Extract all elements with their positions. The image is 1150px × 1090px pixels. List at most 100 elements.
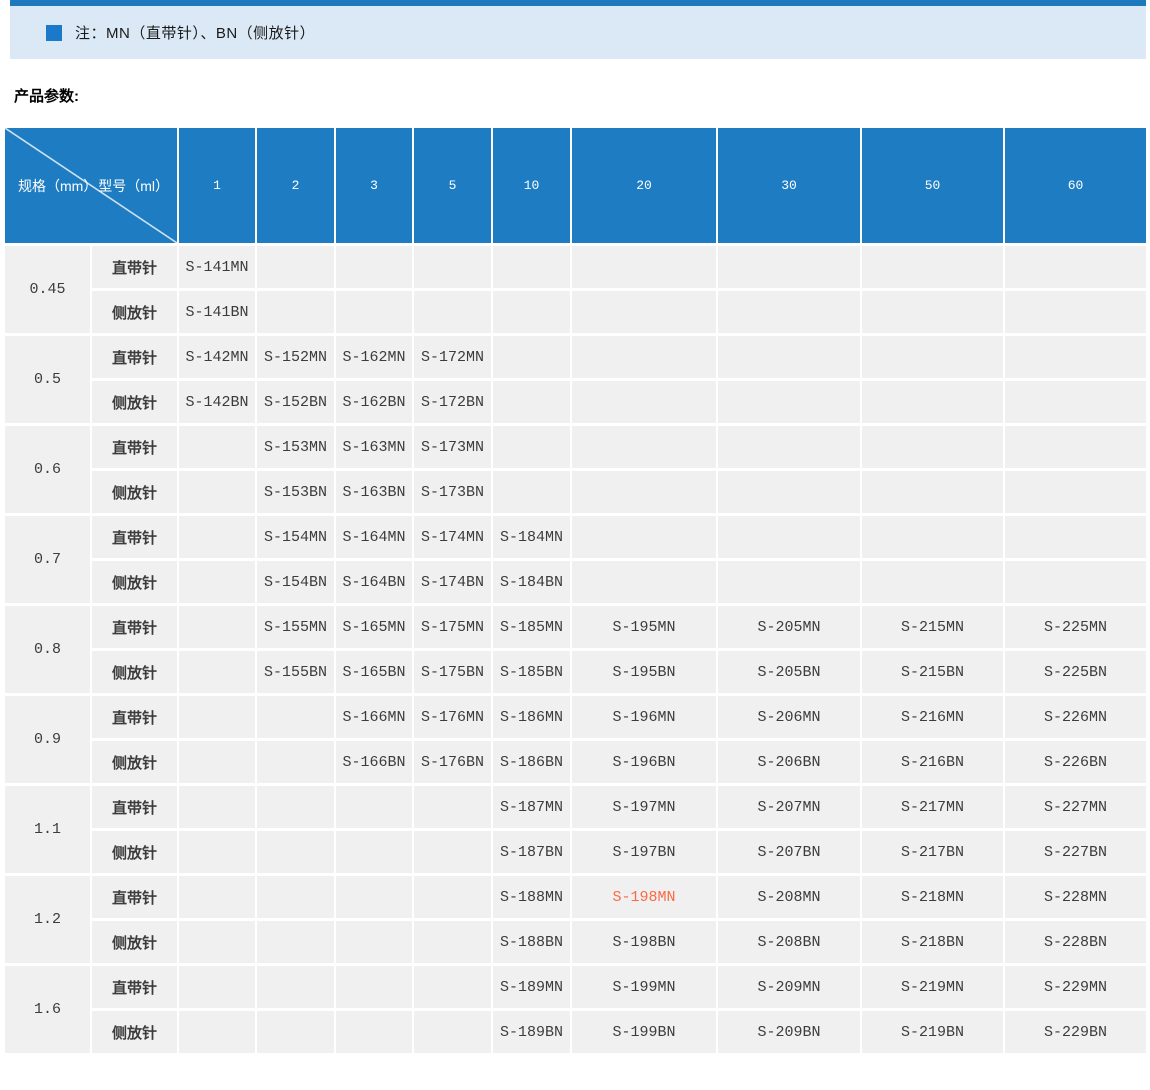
needle-type-cell: 直带针 — [89, 963, 180, 1011]
section-title: 产品参数: — [14, 88, 79, 105]
needle-type-cell: 侧放针 — [89, 378, 180, 426]
needle-type-cell: 直带针 — [89, 783, 180, 831]
product-spec-table: 规格（mm） 型号（ml） 1 2 3 5 10 20 30 50 60 0.45 直带针 S-14… — [2, 125, 1149, 1056]
model-code-cell: S-228MN — [1003, 873, 1149, 921]
model-code-cell: S-208MN — [716, 873, 863, 921]
empty-cell — [255, 288, 337, 336]
model-code-cell: S-228BN — [1003, 918, 1149, 966]
model-code-cell: S-225MN — [1003, 603, 1149, 651]
model-code-cell: S-207MN — [716, 783, 863, 831]
table-row: 侧放针 S-155BN S-165BN S-175BN S-185BN S-195BN S-… — [4, 648, 1149, 696]
model-code-cell: S-162BN — [334, 378, 415, 426]
empty-cell — [412, 918, 494, 966]
model-code-cell: S-199MN — [570, 963, 719, 1011]
model-code-cell: S-141MN — [177, 243, 258, 291]
empty-cell — [570, 288, 719, 336]
empty-cell — [255, 693, 337, 741]
empty-cell — [570, 558, 719, 606]
spec-value-cell: 0.7 — [3, 513, 92, 606]
empty-cell — [716, 468, 863, 516]
model-code-cell: S-217MN — [860, 783, 1006, 831]
model-code-cell: S-206BN — [716, 738, 863, 786]
model-code-cell: S-215BN — [860, 648, 1006, 696]
header-volume-60: 60 — [1003, 125, 1149, 246]
empty-cell — [716, 378, 863, 426]
model-code-cell: S-187MN — [491, 783, 573, 831]
model-code-cell: S-165BN — [334, 648, 415, 696]
needle-type-cell: 直带针 — [89, 603, 180, 651]
model-axis-label: 型号（ml） — [98, 177, 170, 194]
empty-cell — [334, 828, 415, 876]
table-row: 1.6 直带针 S-189MN S-199MN S-209MN S-219MN S-229M… — [3, 963, 1149, 1056]
needle-type-cell: 侧放针 — [89, 558, 180, 606]
model-code-cell: S-229MN — [1003, 963, 1149, 1011]
empty-cell — [334, 1008, 415, 1056]
header-volume-30: 30 — [716, 125, 863, 246]
empty-cell — [334, 963, 415, 1011]
empty-cell — [570, 243, 719, 291]
model-code-cell: S-166MN — [334, 693, 415, 741]
empty-cell — [570, 333, 719, 381]
header-volume-5: 5 — [412, 125, 494, 246]
empty-cell — [412, 1008, 494, 1056]
table-row: 侧放针 S-141BN — [4, 288, 1149, 336]
table-row: 0.8 直带针 S-155MN S-165MN S-175MN S-185MN S-195M… — [3, 603, 1149, 696]
model-code-cell: S-188MN — [491, 873, 573, 921]
empty-cell — [334, 243, 415, 291]
model-code-cell: S-155BN — [255, 648, 337, 696]
model-code-cell: S-176MN — [412, 693, 494, 741]
empty-cell — [860, 423, 1006, 471]
needle-type-cell: 直带针 — [89, 873, 180, 921]
empty-cell — [716, 513, 863, 561]
empty-cell — [177, 468, 258, 516]
model-code-cell: S-141BN — [177, 288, 258, 336]
empty-cell — [491, 423, 573, 471]
model-code-cell: S-142MN — [177, 333, 258, 381]
model-code-cell: S-225BN — [1003, 648, 1149, 696]
empty-cell — [334, 918, 415, 966]
table-row: 侧放针 S-189BN S-199BN S-209BN S-219BN S-229BN — [4, 1008, 1149, 1056]
model-code-cell: S-153BN — [255, 468, 337, 516]
header-volume-10: 10 — [491, 125, 573, 246]
model-code-cell: S-216BN — [860, 738, 1006, 786]
needle-type-cell: 直带针 — [89, 513, 180, 561]
spec-value-cell: 0.45 — [3, 243, 92, 336]
model-code-cell: S-219MN — [860, 963, 1006, 1011]
model-code-cell: S-218BN — [860, 918, 1006, 966]
model-code-cell: S-187BN — [491, 828, 573, 876]
model-code-cell: S-152MN — [255, 333, 337, 381]
empty-cell — [177, 783, 258, 831]
model-code-cell: S-165MN — [334, 603, 415, 651]
empty-cell — [412, 243, 494, 291]
empty-cell — [716, 333, 863, 381]
empty-cell — [1003, 513, 1149, 561]
model-code-cell: S-227MN — [1003, 783, 1149, 831]
model-code-cell: S-174MN — [412, 513, 494, 561]
note-bullet-icon — [46, 24, 62, 41]
table-row: 1.1 直带针 S-187MN S-197MN S-207MN S-217MN S-227M… — [3, 783, 1149, 876]
model-code-cell: S-197BN — [570, 828, 719, 876]
empty-cell — [177, 738, 258, 786]
empty-cell — [491, 243, 573, 291]
empty-cell — [412, 783, 494, 831]
model-code-cell: S-172BN — [412, 378, 494, 426]
empty-cell — [177, 873, 258, 921]
model-code-cell: S-229BN — [1003, 1008, 1149, 1056]
model-code-cell: S-174BN — [412, 558, 494, 606]
model-code-cell: S-188BN — [491, 918, 573, 966]
empty-cell — [177, 648, 258, 696]
empty-cell — [716, 558, 863, 606]
needle-type-cell: 侧放针 — [89, 1008, 180, 1056]
model-code-cell: S-217BN — [860, 828, 1006, 876]
empty-cell — [860, 558, 1006, 606]
model-code-cell: S-196BN — [570, 738, 719, 786]
table-row: 0.6 直带针 S-153MN S-163MN S-173MN — [3, 423, 1149, 516]
empty-cell — [255, 1008, 337, 1056]
model-code-cell: S-186MN — [491, 693, 573, 741]
needle-type-cell: 侧放针 — [89, 288, 180, 336]
model-code-cell: S-227BN — [1003, 828, 1149, 876]
model-code-cell: S-154BN — [255, 558, 337, 606]
table-row: 侧放针 S-188BN S-198BN S-208BN S-218BN S-228BN — [4, 918, 1149, 966]
header-volume-20: 20 — [570, 125, 719, 246]
needle-type-cell: 侧放针 — [89, 828, 180, 876]
